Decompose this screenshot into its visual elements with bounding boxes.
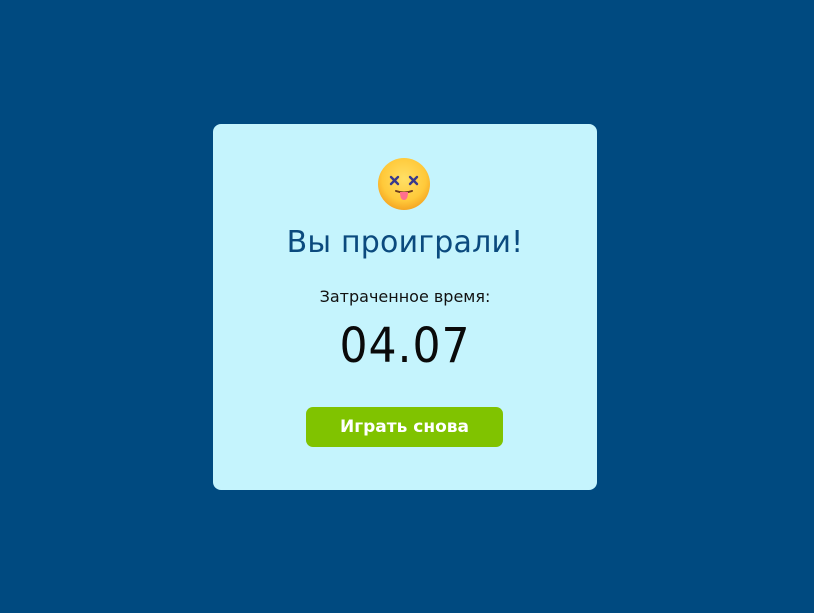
time-spent-label: Затраченное время:: [319, 287, 491, 306]
play-again-button[interactable]: Играть снова: [306, 407, 503, 447]
time-spent-value: 04.07: [339, 318, 471, 374]
game-over-dialog: Вы проиграли! Затраченное время: 04.07 И…: [213, 124, 597, 490]
dizzy-face-icon: [378, 158, 430, 210]
result-title: Вы проиграли!: [286, 225, 524, 260]
